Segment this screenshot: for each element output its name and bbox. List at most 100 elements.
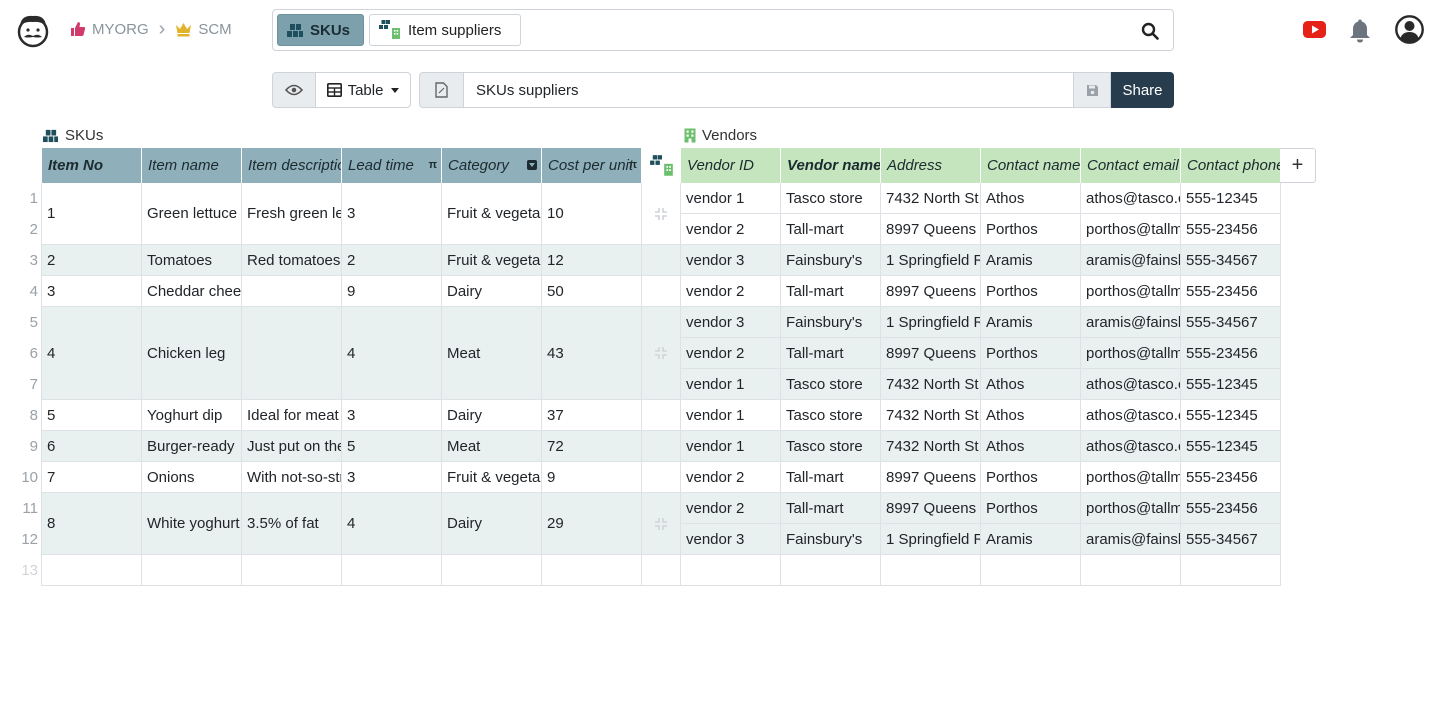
empty-cell[interactable]	[342, 555, 442, 586]
sku-cell-item-no[interactable]: 4	[42, 307, 142, 400]
vendor-column-header[interactable]: Vendor name	[781, 148, 881, 183]
empty-cell[interactable]	[781, 555, 881, 586]
breadcrumb-scm[interactable]: SCM	[175, 21, 232, 38]
sku-cell-cost[interactable]: 29	[542, 493, 642, 555]
share-button[interactable]: Share	[1111, 72, 1174, 108]
tab-skus[interactable]: SKUs	[277, 14, 364, 46]
sku-cell-description[interactable]: Just put on the grill	[242, 431, 342, 462]
search-icon[interactable]	[1141, 22, 1159, 40]
sku-cell-item-no[interactable]: 7	[42, 462, 142, 493]
sku-column-header[interactable]: Lead time π	[342, 148, 442, 183]
vendor-cell-phone[interactable]: 555-12345	[1181, 400, 1281, 431]
vendor-column-header[interactable]: Vendor ID	[681, 148, 781, 183]
vendor-column-header[interactable]: Contact phone	[1181, 148, 1281, 183]
vendor-cell-name[interactable]: Tasco store	[781, 369, 881, 400]
vendor-cell-phone[interactable]: 555-23456	[1181, 276, 1281, 307]
vendor-cell-phone[interactable]: 555-12345	[1181, 183, 1281, 214]
sku-cell-cost[interactable]: 12	[542, 245, 642, 276]
sku-cell-description[interactable]: Red tomatoes	[242, 245, 342, 276]
vendor-cell-phone[interactable]: 555-12345	[1181, 369, 1281, 400]
vendor-cell-email[interactable]: aramis@fainsbury.com	[1081, 524, 1181, 555]
vendor-cell-address[interactable]: 1 Springfield Rd	[881, 307, 981, 338]
vendor-cell-name[interactable]: Tasco store	[781, 431, 881, 462]
sku-cell-category[interactable]: Dairy	[442, 276, 542, 307]
vendor-cell-name[interactable]: Tasco store	[781, 183, 881, 214]
sku-cell-cost[interactable]: 37	[542, 400, 642, 431]
sku-cell-lead-time[interactable]: 3	[342, 400, 442, 431]
vendor-cell-email[interactable]: porthos@tallmart.com	[1081, 493, 1181, 524]
vendor-cell-email[interactable]: aramis@fainsbury.com	[1081, 245, 1181, 276]
vendor-cell-contact[interactable]: Athos	[981, 183, 1081, 214]
sku-cell-item-no[interactable]: 8	[42, 493, 142, 555]
vendor-cell-email[interactable]: athos@tasco.com	[1081, 183, 1181, 214]
sku-cell-cost[interactable]: 50	[542, 276, 642, 307]
empty-cell[interactable]	[881, 555, 981, 586]
vendor-cell-id[interactable]: vendor 2	[681, 276, 781, 307]
vendor-cell-address[interactable]: 7432 North St	[881, 431, 981, 462]
vendor-cell-phone[interactable]: 555-34567	[1181, 524, 1281, 555]
sku-cell-category[interactable]: Dairy	[442, 400, 542, 431]
sku-cell-lead-time[interactable]: 2	[342, 245, 442, 276]
vendor-cell-phone[interactable]: 555-23456	[1181, 462, 1281, 493]
vendor-cell-phone[interactable]: 555-34567	[1181, 307, 1281, 338]
sku-cell-lead-time[interactable]: 3	[342, 183, 442, 245]
sku-column-header[interactable]: Item No	[42, 148, 142, 183]
sku-cell-description[interactable]: Ideal for meat	[242, 400, 342, 431]
vendor-cell-id[interactable]: vendor 1	[681, 183, 781, 214]
vendor-cell-name[interactable]: Tall-mart	[781, 493, 881, 524]
vendor-cell-phone[interactable]: 555-34567	[1181, 245, 1281, 276]
vendor-cell-email[interactable]: porthos@tallmart.com	[1081, 214, 1181, 245]
sku-cell-lead-time[interactable]: 5	[342, 431, 442, 462]
vendor-cell-id[interactable]: vendor 3	[681, 307, 781, 338]
vendor-cell-name[interactable]: Tall-mart	[781, 462, 881, 493]
vendor-cell-contact[interactable]: Porthos	[981, 338, 1081, 369]
add-column-button[interactable]: +	[1280, 148, 1316, 183]
vendor-cell-contact[interactable]: Aramis	[981, 307, 1081, 338]
vendor-cell-id[interactable]: vendor 2	[681, 214, 781, 245]
view-document-button[interactable]	[419, 72, 464, 108]
vendor-cell-email[interactable]: aramis@fainsbury.com	[1081, 307, 1181, 338]
vendor-cell-email[interactable]: athos@tasco.com	[1081, 400, 1181, 431]
vendor-cell-id[interactable]: vendor 2	[681, 493, 781, 524]
sku-cell-cost[interactable]: 9	[542, 462, 642, 493]
vendor-cell-contact[interactable]: Porthos	[981, 462, 1081, 493]
vendor-cell-address[interactable]: 8997 Queens Rd	[881, 276, 981, 307]
vendor-cell-id[interactable]: vendor 3	[681, 524, 781, 555]
sku-cell-item-no[interactable]: 3	[42, 276, 142, 307]
vendor-cell-address[interactable]: 7432 North St	[881, 400, 981, 431]
vendor-cell-contact[interactable]: Aramis	[981, 524, 1081, 555]
vendor-cell-id[interactable]: vendor 2	[681, 338, 781, 369]
sku-cell-lead-time[interactable]: 4	[342, 493, 442, 555]
sku-cell-item-no[interactable]: 2	[42, 245, 142, 276]
vendor-cell-address[interactable]: 1 Springfield Rd	[881, 524, 981, 555]
sku-cell-category[interactable]: Meat	[442, 307, 542, 400]
vendor-column-header[interactable]: Contact name	[981, 148, 1081, 183]
sku-cell-name[interactable]: Cheddar cheese	[142, 276, 242, 307]
youtube-icon[interactable]	[1303, 21, 1326, 38]
vendor-cell-phone[interactable]: 555-23456	[1181, 493, 1281, 524]
vendor-cell-phone[interactable]: 555-23456	[1181, 214, 1281, 245]
vendor-cell-email[interactable]: porthos@tallmart.com	[1081, 462, 1181, 493]
sku-cell-category[interactable]: Fruit & vegetables	[442, 183, 542, 245]
empty-cell[interactable]	[981, 555, 1081, 586]
vendor-cell-email[interactable]: porthos@tallmart.com	[1081, 338, 1181, 369]
vendor-cell-phone[interactable]: 555-23456	[1181, 338, 1281, 369]
sku-cell-name[interactable]: Green lettuce	[142, 183, 242, 245]
breadcrumb-org[interactable]: MYORG	[70, 21, 149, 38]
vendor-cell-id[interactable]: vendor 2	[681, 462, 781, 493]
vendor-cell-contact[interactable]: Porthos	[981, 214, 1081, 245]
app-logo-icon[interactable]	[15, 12, 51, 48]
sku-cell-description[interactable]: 3.5% of fat	[242, 493, 342, 555]
vendor-cell-address[interactable]: 8997 Queens Rd	[881, 214, 981, 245]
vendor-cell-contact[interactable]: Aramis	[981, 245, 1081, 276]
sku-cell-name[interactable]: Onions	[142, 462, 242, 493]
sku-cell-category[interactable]: Fruit & vegetables	[442, 462, 542, 493]
vendor-cell-address[interactable]: 1 Springfield Rd	[881, 245, 981, 276]
sku-cell-cost[interactable]: 10	[542, 183, 642, 245]
sku-column-header[interactable]: Cost per unit π	[542, 148, 642, 183]
link-cell[interactable]	[642, 307, 681, 400]
link-cell[interactable]	[642, 183, 681, 245]
vendor-cell-id[interactable]: vendor 1	[681, 369, 781, 400]
vendor-column-header[interactable]: Contact email	[1081, 148, 1181, 183]
link-cell[interactable]	[642, 493, 681, 555]
